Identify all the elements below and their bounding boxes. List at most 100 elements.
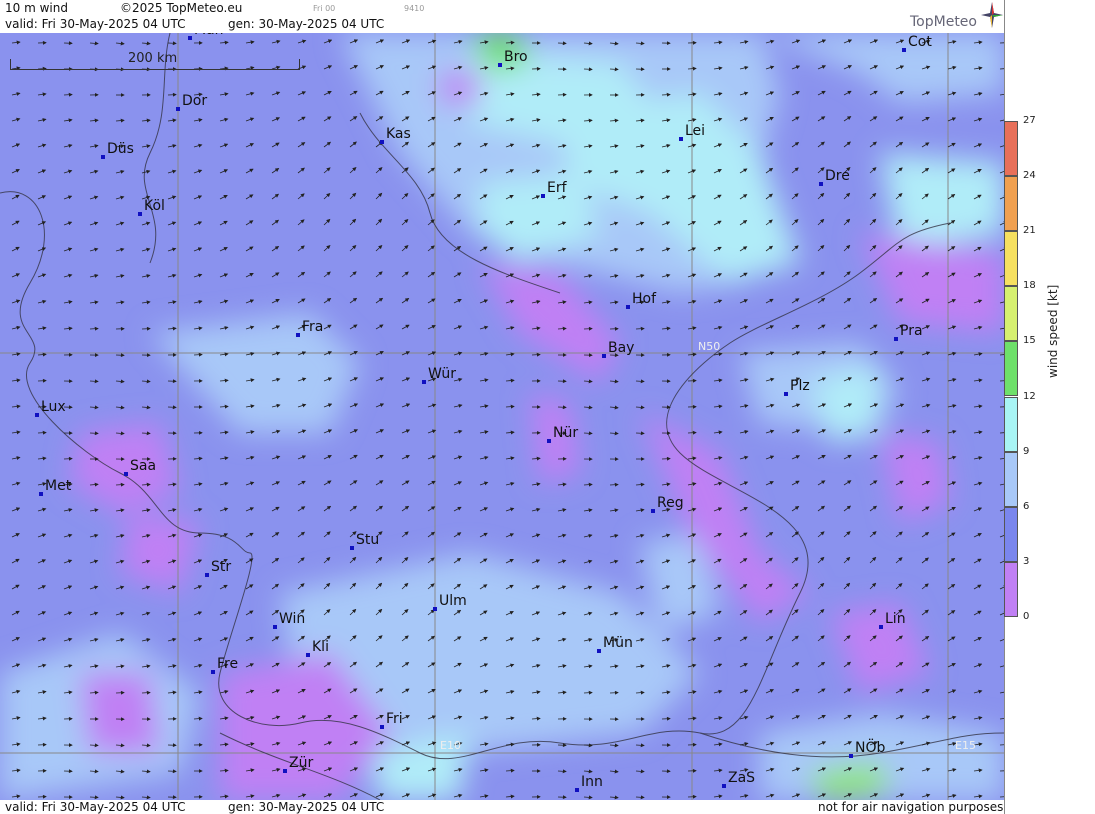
city-marker xyxy=(784,392,788,396)
colorbar-tick: 9 xyxy=(1023,445,1030,457)
city-marker xyxy=(679,137,683,141)
city-marker xyxy=(205,573,209,577)
city-marker xyxy=(188,36,192,40)
city-marker xyxy=(273,625,277,629)
logo: TopMeteo xyxy=(910,14,977,30)
city-marker xyxy=(306,653,310,657)
city-label: ZaS xyxy=(728,770,756,786)
city-label: Plz xyxy=(790,378,810,394)
colorbar-segment xyxy=(1004,231,1018,287)
city-marker xyxy=(722,784,726,788)
city-label: Zür xyxy=(289,755,314,771)
city-marker xyxy=(902,48,906,52)
city-marker xyxy=(433,607,437,611)
wind-arrow xyxy=(63,92,73,97)
city-label: Reg xyxy=(657,495,684,511)
colorbar-segment xyxy=(1004,286,1018,342)
scale-label: 200 km xyxy=(128,51,178,66)
grid-label-e15: E15 xyxy=(955,739,976,752)
colorbar-segment xyxy=(1004,506,1018,562)
wind-arrow xyxy=(635,795,645,800)
city-marker xyxy=(176,107,180,111)
city-label: Kli xyxy=(312,639,329,655)
footer-gen: gen: 30-May-2025 04 UTC xyxy=(228,800,385,814)
city-marker xyxy=(547,439,551,443)
city-marker xyxy=(597,649,601,653)
wind-arrow xyxy=(115,482,125,487)
wind-arrow xyxy=(609,482,619,487)
city-marker xyxy=(541,194,545,198)
wind-arrow xyxy=(141,431,151,436)
wind-arrow xyxy=(583,690,593,695)
city-marker xyxy=(879,625,883,629)
colorbar-tick: 24 xyxy=(1023,170,1036,182)
wind-arrow xyxy=(89,743,99,748)
colorbar-segment xyxy=(1004,396,1018,452)
city-marker xyxy=(849,754,853,758)
wind-arrow xyxy=(89,379,99,384)
product-title: 10 m wind xyxy=(5,1,68,15)
wind-arrow xyxy=(89,795,99,800)
city-label: Hof xyxy=(632,291,657,307)
footer-valid: valid: Fri 30-May-2025 04 UTC xyxy=(5,800,186,814)
city-marker xyxy=(350,546,354,550)
grid-label-e10: E10 xyxy=(440,739,461,752)
city-label: Met xyxy=(45,478,72,494)
city-label: Erf xyxy=(547,180,567,196)
city-marker xyxy=(602,354,606,358)
city-label: Mün xyxy=(603,635,633,651)
city-label: Nür xyxy=(553,425,579,441)
city-marker xyxy=(39,492,43,496)
city-label: Str xyxy=(211,559,232,575)
legend-unit: wind speed [kt] xyxy=(1046,284,1060,378)
run-code: 9410 xyxy=(404,4,425,13)
wind-arrow xyxy=(89,326,99,331)
colorbar-tick: 0 xyxy=(1023,610,1030,622)
wind-arrow xyxy=(635,326,645,331)
city-label: Dre xyxy=(825,168,850,184)
city-marker xyxy=(894,337,898,341)
city-marker xyxy=(380,140,384,144)
city-marker xyxy=(575,788,579,792)
colorbar-tick: 3 xyxy=(1023,555,1030,567)
city-marker xyxy=(422,380,426,384)
city-label: Fre xyxy=(217,656,239,672)
colorbar-segment xyxy=(1004,561,1018,617)
city-label: Bro xyxy=(504,49,528,65)
city-marker xyxy=(819,182,823,186)
city-marker xyxy=(380,725,384,729)
colorbar-segment xyxy=(1004,341,1018,397)
colorbar-tick: 15 xyxy=(1023,335,1036,347)
compass-icon xyxy=(981,2,1003,31)
wind-arrow xyxy=(687,430,697,435)
city-label: Düs xyxy=(107,141,134,157)
wind-map[interactable]: 200 km N50 E10 E15 Man Bro Cot Dor Kas Lei Düs… xyxy=(0,33,1004,800)
footer: valid: Fri 30-May-2025 04 UTC gen: 30-Ma… xyxy=(0,800,1005,814)
city-label: NÖb xyxy=(855,740,886,756)
city-label: Fra xyxy=(302,319,324,335)
wind-arrow xyxy=(557,769,567,774)
city-label: Fri xyxy=(386,711,403,727)
city-label: Dor xyxy=(182,93,208,109)
wind-arrow xyxy=(193,352,203,357)
colorbar-tick: 6 xyxy=(1023,500,1030,512)
city-marker xyxy=(283,769,287,773)
colorbar-tick: 12 xyxy=(1023,390,1036,402)
city-label: Ulm xyxy=(439,593,467,609)
city-label: Köl xyxy=(144,198,165,214)
city-marker xyxy=(626,305,630,309)
wind-arrow xyxy=(141,690,151,695)
city-label: Lux xyxy=(41,399,66,415)
header: 10 m wind ©2025 TopMeteo.eu Fri 00 9410 … xyxy=(0,0,1005,33)
colorbar-segment xyxy=(1004,451,1018,507)
colorbar-tick: 27 xyxy=(1023,115,1036,126)
grid-label-n50: N50 xyxy=(698,340,721,353)
colorbar-tick: 21 xyxy=(1023,225,1036,237)
city-marker xyxy=(35,413,39,417)
city-marker xyxy=(138,212,142,216)
wind-arrow xyxy=(37,430,47,435)
wind-arrow xyxy=(583,431,593,436)
city-marker xyxy=(498,63,502,67)
wind-arrow xyxy=(609,67,619,72)
city-marker xyxy=(101,155,105,159)
